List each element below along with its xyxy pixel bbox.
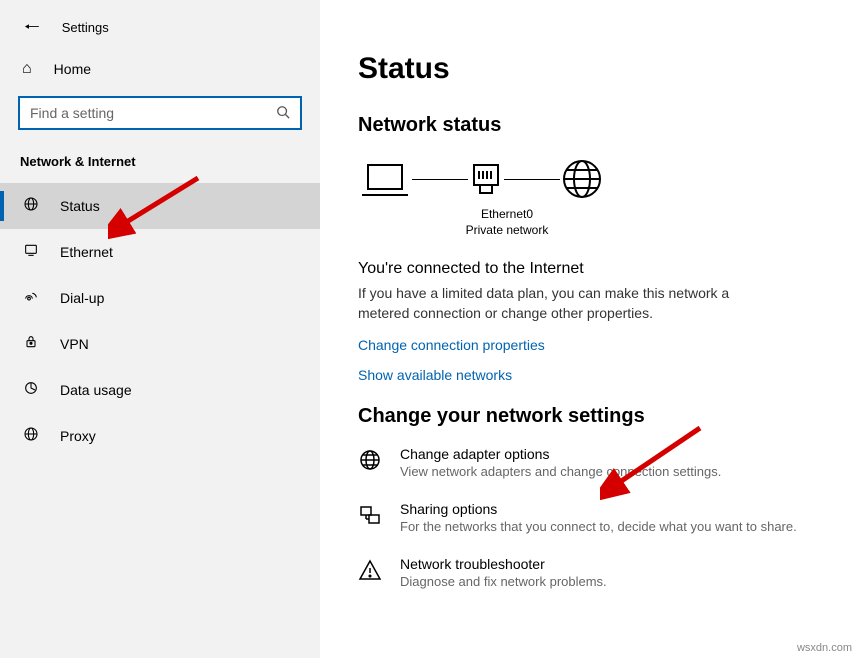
nav-label: Ethernet bbox=[60, 244, 113, 260]
search-box[interactable] bbox=[18, 96, 302, 130]
connected-title: You're connected to the Internet bbox=[358, 260, 830, 278]
nav-item-data-usage[interactable]: Data usage bbox=[0, 367, 320, 413]
proxy-icon bbox=[22, 426, 40, 446]
nav-item-status[interactable]: Status bbox=[0, 183, 320, 229]
section-title: Network status bbox=[358, 114, 830, 137]
home-label: Home bbox=[54, 61, 91, 77]
warning-icon bbox=[358, 558, 382, 589]
search-input[interactable] bbox=[30, 105, 276, 121]
diagram-caption: Ethernet0 Private network bbox=[452, 207, 562, 238]
option-desc: View network adapters and change connect… bbox=[400, 464, 721, 479]
vpn-icon bbox=[22, 334, 40, 354]
link-change-connection-properties[interactable]: Change connection properties bbox=[358, 337, 830, 353]
dialup-icon bbox=[22, 288, 40, 308]
nav-item-vpn[interactable]: VPN bbox=[0, 321, 320, 367]
ethernet-plug-icon bbox=[468, 159, 504, 199]
nav-item-ethernet[interactable]: Ethernet bbox=[0, 229, 320, 275]
header-row: 🠐 Settings bbox=[0, 18, 320, 50]
option-title: Network troubleshooter bbox=[400, 556, 607, 572]
search-icon bbox=[276, 105, 290, 122]
globe-icon bbox=[560, 157, 604, 201]
option-change-adapter[interactable]: Change adapter options View network adap… bbox=[358, 446, 830, 479]
option-title: Sharing options bbox=[400, 501, 797, 517]
globe-icon bbox=[358, 448, 382, 479]
nav-item-dialup[interactable]: Dial-up bbox=[0, 275, 320, 321]
nav-label: Data usage bbox=[60, 382, 132, 398]
nav-label: Dial-up bbox=[60, 290, 104, 306]
app-title: Settings bbox=[62, 20, 109, 35]
nav-label: Proxy bbox=[60, 428, 96, 444]
nav-label: VPN bbox=[60, 336, 89, 352]
sidebar: 🠐 Settings ⌂ Home Network & Internet Sta… bbox=[0, 0, 320, 658]
line-icon bbox=[504, 179, 560, 180]
home-icon: ⌂ bbox=[22, 60, 32, 78]
nav-item-proxy[interactable]: Proxy bbox=[0, 413, 320, 459]
watermark: wsxdn.com bbox=[797, 642, 852, 654]
status-icon bbox=[22, 196, 40, 216]
section-title-2: Change your network settings bbox=[358, 405, 830, 428]
option-desc: For the networks that you connect to, de… bbox=[400, 519, 797, 534]
option-desc: Diagnose and fix network problems. bbox=[400, 574, 607, 589]
page-title: Status bbox=[358, 52, 830, 86]
connected-desc: If you have a limited data plan, you can… bbox=[358, 284, 778, 323]
link-show-available-networks[interactable]: Show available networks bbox=[358, 367, 830, 383]
data-usage-icon bbox=[22, 380, 40, 400]
search-wrap bbox=[0, 88, 320, 144]
ethernet-icon bbox=[22, 242, 40, 262]
network-diagram bbox=[358, 157, 830, 201]
option-troubleshooter[interactable]: Network troubleshooter Diagnose and fix … bbox=[358, 556, 830, 589]
option-title: Change adapter options bbox=[400, 446, 721, 462]
laptop-icon bbox=[358, 159, 412, 199]
line-icon bbox=[412, 179, 468, 180]
main-content: Status Network status Ethernet0 Private … bbox=[320, 0, 860, 658]
nav-label: Status bbox=[60, 198, 100, 214]
back-icon[interactable]: 🠐 bbox=[24, 18, 40, 36]
category-label: Network & Internet bbox=[0, 144, 320, 183]
nav-list: Status Ethernet Dial-up VPN Data usage bbox=[0, 183, 320, 459]
home-button[interactable]: ⌂ Home bbox=[0, 50, 320, 88]
option-sharing[interactable]: Sharing options For the networks that yo… bbox=[358, 501, 830, 534]
share-icon bbox=[358, 503, 382, 534]
